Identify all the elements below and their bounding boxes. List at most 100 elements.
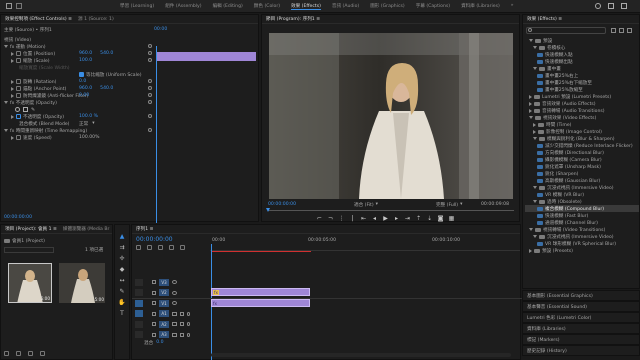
chevron-right-icon[interactable]	[529, 108, 532, 113]
stopwatch-icon[interactable]	[16, 58, 21, 63]
add-marker-icon[interactable]: ⋮	[338, 215, 345, 222]
effects-tree-item[interactable]: Lumetri 預設 (Lumetri Presets)	[525, 93, 639, 100]
chevron-down-icon[interactable]	[529, 39, 533, 42]
effects-tree-item[interactable]: 銳化遮罩 (Unsharp Mask)	[525, 163, 639, 170]
collapsed-panel-header[interactable]: 歷史記錄 (History)	[522, 345, 640, 356]
effects-tree-item[interactable]: 畫中畫25%右下縮放至	[525, 79, 639, 86]
linked-selection-icon[interactable]	[147, 245, 152, 250]
export-frame-icon[interactable]: ◙	[437, 215, 444, 222]
collapsed-panel-header[interactable]: Lumetri 色彩 (Lumetri Color)	[522, 312, 640, 323]
eye-icon[interactable]	[172, 280, 177, 285]
lock-icon[interactable]	[4, 351, 9, 356]
effects-tree-item[interactable]: 畫中畫25%右上	[525, 72, 639, 79]
icon-view-icon[interactable]	[28, 351, 33, 356]
clip-v1[interactable]: fx	[211, 288, 310, 296]
workspace-tab[interactable]: 組件 (Assembly)	[165, 3, 201, 10]
effects-tree-item[interactable]: 畫中畫25%放縮至	[525, 86, 639, 93]
workspace-tab[interactable]: 圖形 (Graphics)	[370, 3, 405, 10]
opacity-effect[interactable]: fx 不透明度 (Opacity)	[4, 99, 57, 106]
eye-icon[interactable]	[172, 290, 177, 295]
lock-icon[interactable]	[152, 301, 156, 306]
solo-icon[interactable]	[180, 311, 184, 316]
project-search-input[interactable]	[4, 247, 54, 253]
chevron-down-icon[interactable]	[533, 46, 537, 49]
solo-icon[interactable]	[180, 322, 184, 327]
effects-tree-item[interactable]: 時間 (Time)	[525, 121, 639, 128]
program-scrubber[interactable]	[268, 210, 514, 211]
pen-icon[interactable]: ✎	[118, 287, 126, 295]
workspace-tab[interactable]: 編輯 (Editing)	[213, 3, 243, 10]
effects-search-input[interactable]	[526, 27, 606, 34]
rotation-value[interactable]: 0.0	[79, 78, 86, 85]
chevron-down-icon[interactable]	[533, 235, 537, 238]
workspace-tab[interactable]: 字幕 (Captions)	[416, 3, 450, 10]
home-icon[interactable]	[6, 3, 12, 9]
program-playhead[interactable]	[266, 208, 270, 212]
clip-a1[interactable]: fx	[211, 299, 310, 307]
stopwatch-icon[interactable]	[16, 79, 21, 84]
workspace-tab[interactable]: 學習 (Learning)	[120, 3, 154, 10]
rect-mask-icon[interactable]	[23, 107, 28, 112]
chevron-right-icon[interactable]	[533, 129, 536, 134]
track-label[interactable]: A2	[159, 320, 169, 328]
pen-mask-icon[interactable]: ✎	[31, 107, 35, 113]
effects-tree-item[interactable]: 預設	[525, 37, 639, 44]
opacity-value[interactable]: 100.0 %	[79, 113, 98, 120]
microphone-icon[interactable]	[187, 322, 190, 327]
track-target-toggle[interactable]	[135, 289, 143, 297]
workspace-tab[interactable]: 顏色 (Color)	[254, 3, 280, 10]
lock-icon[interactable]	[152, 280, 156, 285]
track-target-toggle[interactable]	[135, 320, 143, 328]
effects-tree-item[interactable]: 模糊與銳利化 (Blur & Sharpen)	[525, 135, 639, 142]
effects-tree-item[interactable]: 減少交錯閃爍 (Reduce Interlace Flicker)	[525, 142, 639, 149]
extract-icon[interactable]: ⇣	[426, 215, 433, 222]
motion-effect[interactable]: fx 運動 (Motion)	[4, 43, 46, 50]
effects-tree-item[interactable]: 視訊效果 (Video Effects)	[525, 114, 639, 121]
go-to-out-icon[interactable]: ⇥	[404, 215, 411, 222]
chevron-down-icon[interactable]	[529, 228, 533, 231]
effects-tree-item[interactable]: VR 球形模糊 (VR Spherical Blur)	[525, 240, 639, 247]
yuv-icon[interactable]	[627, 28, 632, 33]
tab-effects[interactable]: 效果 (Effects) ≡	[527, 16, 562, 22]
collapsed-panel-header[interactable]: 資料庫 (Libraries)	[522, 323, 640, 334]
program-resolution-select[interactable]: 完整 (Full) ▾	[436, 201, 462, 208]
tab-source[interactable]: 源 1 (Source: 1)	[78, 16, 114, 22]
wrench-icon[interactable]	[169, 245, 174, 250]
effects-tree-item[interactable]: 沉浸式視訊 (Immersive Video)	[525, 184, 639, 191]
mark-out-icon[interactable]: ¬	[327, 215, 334, 222]
chevron-down-icon[interactable]	[533, 200, 537, 203]
track-target-toggle[interactable]	[135, 299, 143, 307]
step-back-icon[interactable]: ◂	[371, 215, 378, 222]
ellipse-mask-icon[interactable]	[15, 107, 20, 112]
reset-icon[interactable]	[148, 128, 152, 132]
comparison-view-icon[interactable]: ▦	[448, 215, 455, 222]
stopwatch-icon[interactable]	[16, 86, 21, 91]
captions-icon[interactable]	[180, 245, 185, 250]
mark-in-icon[interactable]: ⌐	[316, 215, 323, 222]
chevron-right-icon[interactable]	[533, 122, 536, 127]
tab-program[interactable]: 節目 (Program): 序列1 ≡	[266, 16, 320, 22]
stopwatch-icon[interactable]	[16, 114, 21, 119]
snap-icon[interactable]	[136, 245, 141, 250]
program-fit-select[interactable]: 適合 (Fit) ▾	[354, 201, 378, 208]
collapsed-panel-header[interactable]: 基本聲音 (Essential Sound)	[522, 301, 640, 312]
clip-thumbnail[interactable]: 5:00	[8, 263, 52, 303]
tab-project[interactable]: 項目 (Project): 會員 1 ≡	[5, 226, 57, 232]
reset-icon[interactable]	[148, 114, 152, 118]
timeline-h-scrollbar[interactable]	[211, 353, 511, 357]
go-to-in-point-icon[interactable]: ⇤	[360, 215, 367, 222]
scale-value[interactable]: 100.0	[79, 57, 92, 64]
position-y[interactable]: 540.0	[100, 51, 113, 56]
effects-tree-item[interactable]: 視訊轉場 (Video Transitions)	[525, 226, 639, 233]
track-label[interactable]: V2	[159, 289, 169, 297]
new-item-icon[interactable]	[40, 351, 45, 356]
effects-tree-item[interactable]: 卷積核心	[525, 44, 639, 51]
track-label[interactable]: A1	[159, 310, 169, 318]
chevron-right-icon[interactable]	[529, 248, 532, 253]
lock-icon[interactable]	[152, 332, 156, 337]
effects-tree-item[interactable]: 複合模糊 (Compound Blur)	[525, 205, 639, 212]
workspace-tab[interactable]: 資料庫 (Libraries)	[461, 3, 500, 10]
type-icon[interactable]: T	[118, 309, 126, 317]
notifications-icon[interactable]	[608, 3, 614, 9]
chevron-right-icon[interactable]	[529, 101, 532, 106]
